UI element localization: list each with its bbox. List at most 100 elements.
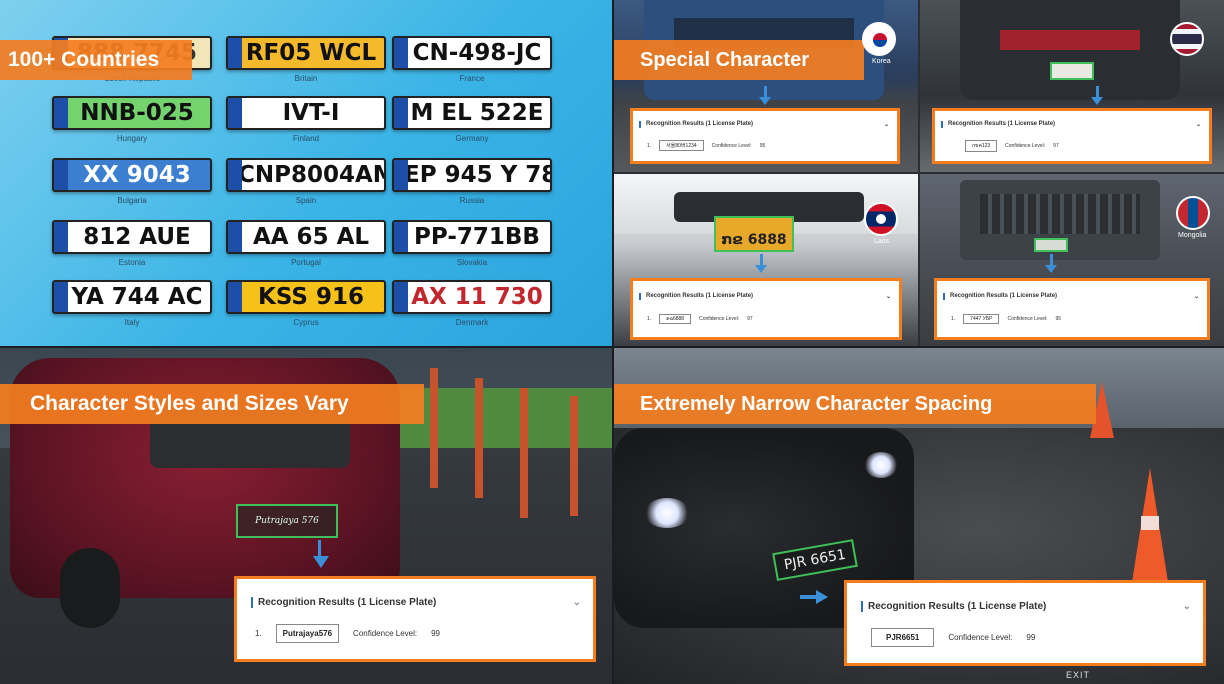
eu-strip-icon bbox=[394, 282, 408, 312]
result-card: Recognition Results (1 License Plate) ⌄ 1… bbox=[630, 278, 902, 340]
plate-text: NNB-025 bbox=[80, 100, 194, 126]
chevron-down-icon[interactable]: ⌄ bbox=[573, 597, 581, 608]
license-plate: KSS 916 bbox=[226, 280, 386, 314]
result-card: Recognition Results (1 License Plate) ⌄ 1… bbox=[934, 278, 1210, 340]
result-card: Recognition Results (1 License Plate) ⌄ 1… bbox=[234, 576, 596, 662]
eu-strip-icon bbox=[228, 282, 242, 312]
confidence-value: 99 bbox=[1026, 633, 1036, 642]
special-character-panel: Korea Recognition Results (1 License Pla… bbox=[614, 0, 1224, 346]
eu-strip-icon bbox=[54, 160, 68, 190]
bollard bbox=[430, 368, 438, 488]
korea-scene: Korea Recognition Results (1 License Pla… bbox=[614, 0, 918, 172]
special-character-title: Special Character bbox=[614, 40, 864, 80]
license-plate: NNB-025 bbox=[52, 96, 212, 130]
countries-panel: 100+ Countries 888 7745Czech RepublicRF0… bbox=[0, 0, 612, 346]
truck-grille bbox=[1000, 30, 1140, 50]
confidence-label: Confidence Level: bbox=[711, 142, 752, 149]
plate-text: RF05 WCL bbox=[245, 40, 377, 66]
plate-result[interactable]: Putrajaya576 bbox=[275, 624, 340, 643]
plate-result[interactable]: 7447 УБР bbox=[963, 314, 1000, 324]
plate-result[interactable]: กขค123 bbox=[965, 140, 998, 152]
mongolia-scene: Mongolia Recognition Results (1 License … bbox=[920, 174, 1224, 346]
arrow-down-icon bbox=[1091, 97, 1103, 105]
confidence-label: Confidence Level: bbox=[948, 633, 1013, 642]
flag-label: Korea bbox=[872, 58, 891, 65]
narrow-spacing-title: Extremely Narrow Character Spacing bbox=[614, 384, 1096, 424]
eu-strip-icon bbox=[228, 38, 242, 68]
chevron-down-icon[interactable]: ⌄ bbox=[886, 293, 891, 300]
truck-body bbox=[960, 0, 1180, 100]
eu-strip-icon bbox=[54, 282, 68, 312]
plate-result[interactable]: ກຂ6888 bbox=[659, 314, 692, 324]
eu-strip-icon bbox=[54, 222, 68, 252]
license-plate: AA 65 AL bbox=[226, 220, 386, 254]
truck-grille bbox=[980, 194, 1140, 234]
confidence-value: 97 bbox=[747, 316, 753, 322]
narrow-spacing-panel: PJR 6651 Recognition Results (1 License … bbox=[614, 348, 1224, 684]
laos-flag-icon bbox=[864, 202, 898, 236]
license-plate: XX 9043 bbox=[52, 158, 212, 192]
chevron-down-icon[interactable]: ⌄ bbox=[1183, 601, 1191, 612]
flag-label: Mongolia bbox=[1178, 232, 1207, 239]
license-plate: AX 11 730 bbox=[392, 280, 552, 314]
thailand-flag-icon bbox=[1170, 22, 1204, 56]
plate-text: EP 945 Y 78 bbox=[404, 162, 552, 188]
result-title: Recognition Results (1 License Plate) bbox=[948, 121, 1056, 127]
license-plate: YA 744 AC bbox=[52, 280, 212, 314]
plate-text: IVT-I bbox=[282, 100, 340, 126]
wheel bbox=[60, 548, 120, 628]
confidence-label: Confidence Level: bbox=[699, 316, 740, 322]
country-label: Bulgaria bbox=[117, 196, 147, 205]
country-label: Spain bbox=[295, 196, 317, 205]
plate-text: KSS 916 bbox=[258, 284, 364, 310]
bollard bbox=[520, 388, 528, 518]
confidence-value: 95 bbox=[1055, 316, 1062, 322]
country-label: Portugal bbox=[291, 258, 321, 267]
plate-result[interactable]: 서울80버1234 bbox=[659, 140, 704, 151]
plate-cell: XX 9043 Bulgaria bbox=[52, 158, 212, 205]
plate-text: AX 11 730 bbox=[411, 284, 543, 310]
confidence-value: 97 bbox=[1053, 143, 1059, 149]
arrow-down-icon bbox=[759, 97, 771, 105]
result-index: 1. bbox=[951, 316, 956, 322]
plate-text: M EL 522E bbox=[410, 100, 544, 126]
plate-cell: CN-498-JC France bbox=[392, 36, 552, 83]
country-label: Hungary bbox=[116, 134, 148, 143]
headlight bbox=[864, 452, 898, 478]
result-title: Recognition Results (1 License Plate) bbox=[258, 597, 437, 608]
country-label: Britain bbox=[294, 74, 318, 83]
confidence-label: Confidence Level: bbox=[1005, 143, 1046, 149]
country-label: Italy bbox=[124, 318, 140, 327]
arrow-down-icon bbox=[1045, 265, 1057, 273]
thailand-scene: Recognition Results (1 License Plate) ⌄ ก… bbox=[920, 0, 1224, 172]
result-card: Recognition Results (1 License Plate) ⌄ ก… bbox=[932, 108, 1212, 164]
result-index: 1. bbox=[647, 316, 652, 322]
plate-cell: PP-771BB Slovakia bbox=[392, 220, 552, 267]
plate-cell: YA 744 AC Italy bbox=[52, 280, 212, 327]
mongolia-flag-icon bbox=[1176, 196, 1210, 230]
plate-cell: AA 65 AL Portugal bbox=[226, 220, 386, 267]
chevron-down-icon[interactable]: ⌄ bbox=[884, 121, 889, 128]
plate-cell: RF05 WCL Britain bbox=[226, 36, 386, 83]
country-label: Slovakia bbox=[456, 258, 488, 267]
result-card: Recognition Results (1 License Plate) ⌄ P… bbox=[844, 580, 1206, 666]
result-card: Recognition Results (1 License Plate) ⌄ 1… bbox=[630, 108, 900, 164]
chevron-down-icon[interactable]: ⌄ bbox=[1194, 293, 1199, 300]
confidence-label: Confidence Level: bbox=[1007, 316, 1048, 322]
plate-cell: AX 11 730 Denmark bbox=[392, 280, 552, 327]
detected-plate bbox=[1050, 62, 1094, 80]
confidence-label: Confidence Level: bbox=[353, 629, 418, 638]
plate-result[interactable]: PJR6651 bbox=[871, 628, 935, 647]
license-plate: CN-498-JC bbox=[392, 36, 552, 70]
plate-cell: CNP8004AM Spain bbox=[226, 158, 386, 205]
chevron-down-icon[interactable]: ⌄ bbox=[1196, 121, 1201, 128]
eu-strip-icon bbox=[394, 222, 408, 252]
plate-text: 812 AUE bbox=[83, 224, 191, 250]
country-label: France bbox=[459, 74, 485, 83]
confidence-value: 95 bbox=[759, 142, 766, 149]
eu-strip-icon bbox=[228, 98, 242, 128]
eu-strip-icon bbox=[394, 38, 408, 68]
arrow-down-icon bbox=[313, 556, 329, 568]
flag-label: Laos bbox=[874, 238, 890, 245]
arrow-down-icon bbox=[755, 265, 767, 273]
